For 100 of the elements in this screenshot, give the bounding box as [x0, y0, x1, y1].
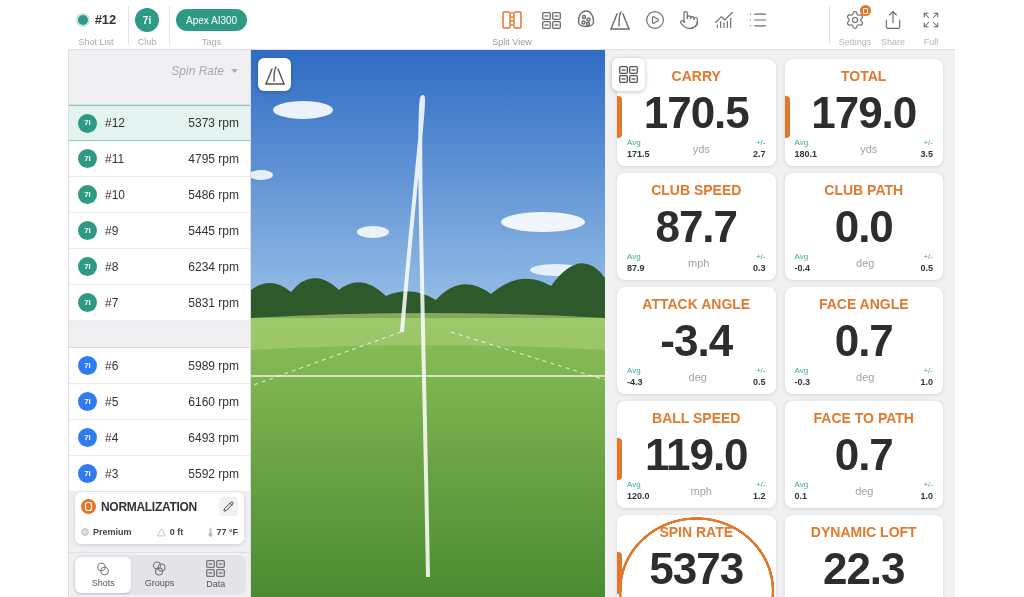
avg-value: 87.9 [627, 262, 645, 274]
shot-row[interactable]: 7i #10 5486 rpm [69, 177, 250, 213]
shot-row[interactable]: 7i #9 5445 rpm [69, 213, 250, 249]
metric-value: 5373 [649, 545, 744, 593]
shot-row[interactable]: 7i #4 6493 rpm [69, 420, 250, 456]
metric-title: DYNAMIC LOFT [810, 523, 917, 541]
club-badge: 7i [78, 257, 97, 276]
avg-label: Avg [627, 366, 641, 376]
altitude-value: 0 ft [169, 525, 184, 539]
pointer-hand-icon [679, 10, 700, 30]
ball-type: Premium [93, 525, 132, 539]
metric-title: FACE TO PATH [813, 409, 914, 427]
shot-number: #5 [105, 393, 119, 411]
metric-title: SPIN RATE [659, 523, 734, 541]
avg-label: Avg [627, 252, 641, 262]
shot-spin-value: 5592 rpm [188, 465, 239, 483]
spread-label: +/- [755, 366, 766, 376]
avg-value: 0.1 [794, 490, 807, 502]
shot-row[interactable]: 7i #7 5831 rpm [69, 285, 250, 321]
spread-label: +/- [755, 252, 766, 262]
pencil-icon [223, 501, 234, 512]
spread-value: 1.0 [920, 376, 933, 388]
grid-icon [541, 11, 561, 29]
club-badge: 7i [78, 464, 97, 483]
shot-spin-value: 5831 rpm [188, 294, 239, 312]
shot-number: #4 [105, 429, 119, 447]
unit-label: yds [860, 142, 878, 156]
spread-label: +/- [923, 366, 933, 376]
spread-value: 3.5 [920, 148, 933, 160]
thermometer-icon [208, 527, 214, 538]
shot-number: #12 [105, 115, 126, 132]
share-icon [883, 10, 903, 30]
metric-title: FACE ANGLE [818, 295, 909, 313]
spread-label: +/- [755, 480, 766, 490]
avg-label: Avg [627, 480, 641, 490]
metric-title: TOTAL [841, 67, 887, 85]
club-badge: 7i [78, 356, 97, 375]
club-badge: 7i [78, 113, 97, 133]
club-badge: 7i [78, 428, 97, 447]
unit-label: deg [856, 256, 875, 270]
bottom-tab[interactable]: Shots [75, 557, 132, 593]
grid-icon [206, 560, 226, 577]
avg-value: -0.3 [794, 376, 810, 388]
grid-icon [619, 66, 638, 83]
avg-value: -4.3 [627, 376, 643, 388]
stacked-circles-icon [152, 561, 167, 576]
shot-spin-value: 5445 rpm [188, 222, 239, 240]
shot-spin-value: 6234 rpm [188, 258, 239, 276]
shot-row[interactable]: 7i #11 4795 rpm [69, 141, 250, 177]
unit-label: mph [688, 256, 710, 270]
shot-row[interactable]: 7i #6 5989 rpm [69, 348, 250, 384]
spread-label: +/- [755, 138, 766, 148]
spread-value: 0.5 [920, 262, 933, 274]
fullscreen-icon [922, 11, 940, 29]
shot-number: #7 [105, 294, 119, 312]
play-icon [644, 10, 665, 30]
normalization-title: NORMALIZATION [101, 498, 197, 516]
tile-layout-button[interactable] [612, 58, 645, 91]
spread-value: 0.3 [752, 262, 766, 274]
avg-label: Avg [794, 252, 809, 262]
split-view-icon [502, 11, 522, 29]
shot-number: #3 [105, 465, 119, 483]
avg-value: 171.5 [627, 148, 650, 160]
unit-label: mph [690, 484, 712, 498]
metric-title: CLUB SPEED [651, 181, 742, 199]
spread-label: +/- [923, 480, 933, 490]
flight-path-icon [264, 64, 285, 85]
metric-value: -3.4 [660, 317, 733, 365]
shot-spin-value: 5486 rpm [188, 186, 239, 204]
club-badge: 7i [78, 392, 97, 411]
metric-value: 87.7 [655, 203, 738, 251]
avg-label: Avg [794, 366, 809, 376]
metric-title: CARRY [671, 67, 721, 85]
avg-value: -0.4 [794, 262, 810, 274]
temperature-value: 77 °F [216, 525, 238, 539]
bottom-tab[interactable]: Data [187, 557, 244, 593]
shot-number: #8 [105, 258, 119, 276]
spread-value: 1.2 [752, 490, 766, 502]
spread-value: 1.0 [920, 490, 933, 502]
shot-row[interactable]: 7i #12 5373 rpm [69, 105, 250, 141]
metric-value: 0.7 [834, 317, 893, 365]
shot-row[interactable]: 7i #3 5592 rpm [69, 456, 250, 492]
shot-spin-value: 4795 rpm [188, 150, 239, 168]
shot-row[interactable]: 7i #5 6160 rpm [69, 384, 250, 420]
shot-spin-value: 6493 rpm [188, 429, 239, 447]
settings-icon [845, 10, 865, 30]
flight-path-icon [610, 10, 631, 30]
edit-button[interactable] [219, 497, 238, 516]
ball-disc-icon [81, 499, 96, 514]
shot-number: #10 [105, 186, 126, 204]
club-badge: 7i [78, 149, 97, 168]
shot-list-button[interactable]: #12 Shot List [68, 0, 124, 49]
spread-value: 0.5 [752, 376, 766, 388]
club-badge: 7i [78, 221, 97, 240]
shot-number: #11 [105, 150, 125, 168]
metric-value: 170.5 [643, 89, 749, 137]
bottom-tab[interactable]: Groups [131, 557, 188, 593]
avg-value: 180.1 [794, 148, 818, 160]
flight-path-button[interactable] [258, 58, 291, 91]
shot-row[interactable]: 7i #8 6234 rpm [69, 249, 250, 285]
